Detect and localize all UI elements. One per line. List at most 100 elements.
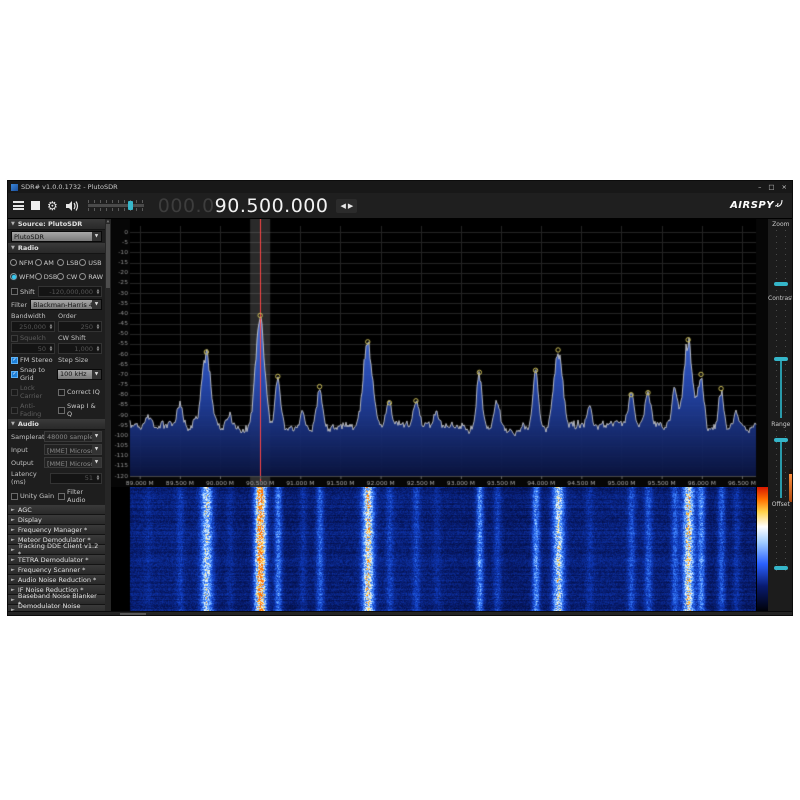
mode-radio-dsb[interactable]: DSB bbox=[35, 270, 58, 283]
scrollbar-thumb[interactable] bbox=[106, 224, 110, 288]
mode-radio-usb[interactable]: USB bbox=[79, 256, 103, 269]
radio-icon bbox=[57, 273, 64, 280]
shift-value-input[interactable]: -120,000,000 ▲▼ bbox=[38, 286, 102, 297]
stop-icon bbox=[31, 201, 40, 210]
collapse-arrow-icon: ▼ bbox=[11, 221, 15, 227]
unity-gain-checkbox[interactable]: Unity Gain bbox=[11, 492, 55, 500]
bottom-scrollbar[interactable] bbox=[8, 611, 792, 616]
mode-radio-nfm[interactable]: NFM bbox=[10, 256, 35, 269]
slider-handle[interactable] bbox=[774, 438, 788, 442]
collapse-arrow-icon: ▼ bbox=[11, 245, 15, 251]
demodulation-mode-group: NFMAMLSBUSB WFMDSBCWRAW bbox=[8, 254, 105, 285]
dropdown-arrow-icon: ▼ bbox=[92, 232, 101, 241]
audio-input-label: Input bbox=[11, 446, 41, 454]
display-controls-panel: ZoomContrastRangeOffset bbox=[768, 219, 793, 611]
filter-select[interactable]: Blackman-Harris 4 ▼ bbox=[30, 299, 102, 310]
latency-input[interactable]: 51▲▼ bbox=[50, 473, 102, 484]
gear-icon: ⚙ bbox=[47, 199, 58, 213]
tune-step-buttons[interactable]: ◀ ▶ bbox=[336, 199, 357, 213]
collapse-arrow-icon: ▼ bbox=[11, 421, 15, 427]
scroll-up-icon[interactable]: ▲ bbox=[107, 219, 110, 223]
mode-radio-cw[interactable]: CW bbox=[57, 270, 79, 283]
window-title: SDR# v1.0.0.1732 - PlutoSDR bbox=[21, 183, 118, 191]
panel-header-frequency-manager[interactable]: ►Frequency Manager * bbox=[8, 525, 105, 535]
panel-header-agc[interactable]: ►AGC bbox=[8, 505, 105, 515]
lock-carrier-checkbox[interactable]: Lock Carrier bbox=[11, 384, 55, 400]
range-slider[interactable] bbox=[773, 430, 789, 498]
bandwidth-input[interactable]: 250,000▲▼ bbox=[11, 321, 55, 332]
shift-checkbox[interactable]: Shift bbox=[11, 288, 35, 296]
squelch-input[interactable]: 50▲▼ bbox=[11, 343, 55, 354]
spectrum-display[interactable] bbox=[111, 219, 768, 487]
order-input[interactable]: 250▲▼ bbox=[58, 321, 102, 332]
sidebar: ▼ Source: PlutoSDR PlutoSDR ▼ ▼ Radio NF… bbox=[8, 219, 105, 611]
expand-arrow-icon: ► bbox=[11, 587, 15, 593]
slider-handle[interactable] bbox=[774, 566, 788, 570]
order-label: Order bbox=[58, 312, 102, 320]
radio-panel-header[interactable]: ▼ Radio bbox=[8, 243, 105, 254]
tune-down-icon[interactable]: ◀ bbox=[340, 202, 345, 210]
contrast-slider[interactable] bbox=[773, 304, 789, 418]
panel-header-display[interactable]: ►Display bbox=[8, 515, 105, 525]
close-button[interactable]: × bbox=[782, 184, 787, 190]
radio-icon bbox=[79, 273, 86, 280]
radio-icon bbox=[79, 259, 86, 266]
spinner-icon[interactable]: ▲▼ bbox=[95, 289, 101, 295]
slider-handle[interactable] bbox=[774, 282, 788, 286]
snap-to-grid-checkbox[interactable]: Snap to Grid bbox=[11, 366, 54, 382]
mode-radio-lsb[interactable]: LSB bbox=[57, 256, 79, 269]
fm-stereo-checkbox[interactable]: FM Stereo bbox=[11, 356, 55, 364]
waterfall-display[interactable] bbox=[111, 487, 756, 611]
minimize-button[interactable]: – bbox=[758, 184, 761, 190]
app-icon bbox=[11, 184, 18, 191]
source-panel-header[interactable]: ▼ Source: PlutoSDR bbox=[8, 219, 105, 230]
expand-arrow-icon: ► bbox=[11, 577, 15, 583]
frequency-display[interactable]: 000.090.500.000 bbox=[158, 195, 329, 217]
mode-radio-wfm[interactable]: WFM bbox=[10, 270, 35, 283]
speaker-icon bbox=[65, 200, 79, 212]
title-bar: SDR# v1.0.0.1732 - PlutoSDR – □ × bbox=[8, 181, 792, 193]
expand-arrow-icon: ► bbox=[11, 517, 15, 523]
settings-button[interactable]: ⚙ bbox=[47, 197, 58, 215]
latency-label: Latency (ms) bbox=[11, 470, 47, 486]
device-select[interactable]: PlutoSDR ▼ bbox=[11, 231, 102, 242]
offset-slider[interactable] bbox=[773, 510, 789, 576]
stop-button[interactable] bbox=[31, 197, 40, 215]
dropdown-arrow-icon: ▼ bbox=[92, 300, 101, 309]
zoom-slider[interactable] bbox=[773, 230, 789, 292]
samplerate-select[interactable]: 48000 sample/sec ▼ bbox=[44, 431, 102, 442]
expand-arrow-icon: ► bbox=[11, 537, 15, 543]
squelch-checkbox[interactable]: Squelch bbox=[11, 334, 55, 342]
volume-slider[interactable] bbox=[88, 200, 144, 211]
filter-audio-checkbox[interactable]: Filter Audio bbox=[58, 488, 102, 504]
audio-output-select[interactable]: [MME] Microsoft 声 ▼ bbox=[44, 457, 102, 468]
scrollbar-thumb[interactable] bbox=[120, 613, 146, 616]
mode-radio-am[interactable]: AM bbox=[35, 256, 58, 269]
signal-arc-icon bbox=[774, 198, 783, 207]
expand-arrow-icon: ► bbox=[11, 527, 15, 533]
frequency-digits: 90.500.000 bbox=[215, 195, 329, 217]
audio-panel-header[interactable]: ▼ Audio bbox=[8, 419, 105, 430]
expand-arrow-icon: ► bbox=[11, 567, 15, 573]
swap-iq-checkbox[interactable]: Swap I & Q bbox=[58, 402, 102, 418]
filter-label: Filter bbox=[11, 301, 27, 309]
panel-header-tracking-dde-client-v1-2[interactable]: ►Tracking DDE Client v1.2 * bbox=[8, 545, 105, 555]
audio-input-select[interactable]: [MME] Microsoft 声 ▼ bbox=[44, 444, 102, 455]
radio-icon bbox=[35, 259, 42, 266]
contrast-slider-label: Contrast bbox=[768, 295, 793, 303]
toolbar: ⚙ 000.090.500.000 ◀ ▶ AIRSPY bbox=[8, 193, 792, 219]
panel-header-frequency-scanner[interactable]: ►Frequency Scanner * bbox=[8, 565, 105, 575]
maximize-button[interactable]: □ bbox=[768, 184, 774, 190]
anti-fading-checkbox[interactable]: Anti-Fading bbox=[11, 402, 55, 418]
panel-header-audio-noise-reduction[interactable]: ►Audio Noise Reduction * bbox=[8, 575, 105, 585]
mode-radio-raw[interactable]: RAW bbox=[79, 270, 103, 283]
slider-handle[interactable] bbox=[774, 357, 788, 361]
tune-up-icon[interactable]: ▶ bbox=[348, 202, 353, 210]
cw-shift-input[interactable]: 1,000▲▼ bbox=[58, 343, 102, 354]
menu-button[interactable] bbox=[13, 197, 24, 215]
mute-button[interactable] bbox=[65, 197, 79, 215]
step-size-select[interactable]: 100 kHz ▼ bbox=[57, 369, 102, 380]
correct-iq-checkbox[interactable]: Correct IQ bbox=[58, 388, 102, 396]
collapsed-panels: ►AGC►Display►Frequency Manager *►Meteor … bbox=[8, 505, 105, 611]
volume-slider-handle[interactable] bbox=[128, 201, 133, 210]
